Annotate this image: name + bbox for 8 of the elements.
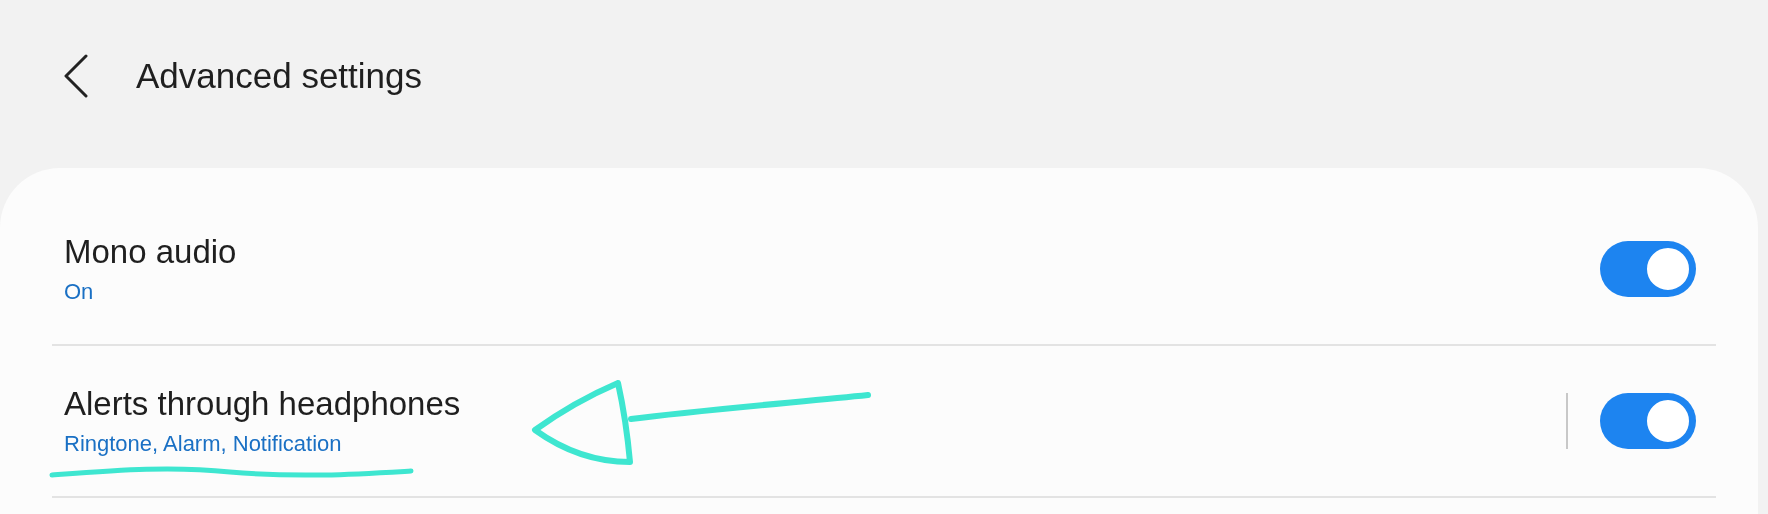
setting-summary: Ringtone, Alarm, Notification [64,430,342,458]
setting-summary: On [64,278,94,306]
page-title: Advanced settings [136,54,422,97]
toggle-switch[interactable] [1600,241,1696,297]
toggle-switch[interactable] [1600,393,1696,449]
setting-title[interactable]: Mono audio [64,231,1600,273]
setting-title[interactable]: Alerts through headphones [64,383,1566,425]
back-icon[interactable] [64,54,88,98]
